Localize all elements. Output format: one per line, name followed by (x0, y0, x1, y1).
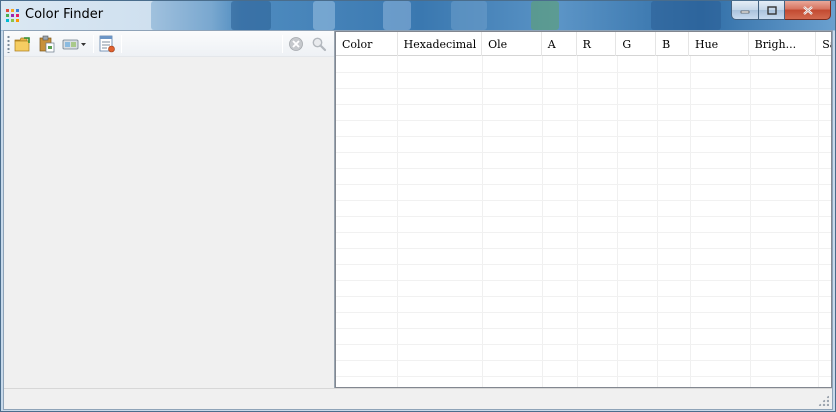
list-header: ColorHexadecimalOleARGBHueBrigh...Sa (336, 32, 831, 56)
column-header[interactable]: G (616, 32, 657, 56)
status-bar (4, 388, 832, 409)
column-header[interactable]: B (656, 32, 689, 56)
grid-row-line (336, 232, 831, 233)
grid-row-line (336, 328, 831, 329)
grid-row-line (336, 168, 831, 169)
color-list[interactable]: ColorHexadecimalOleARGBHueBrigh...Sa (335, 31, 832, 388)
client-area: ColorHexadecimalOleARGBHueBrigh...Sa (3, 30, 833, 410)
app-icon (6, 9, 19, 22)
caption-buttons (731, 1, 831, 21)
grid-column-line (397, 56, 398, 387)
grid-row-line (336, 216, 831, 217)
grid-column-line (750, 56, 751, 387)
export-button[interactable] (97, 34, 117, 54)
clear-icon (289, 37, 303, 51)
toolbar-separator (93, 35, 94, 53)
column-header[interactable]: Ole (482, 32, 542, 56)
grid-row-line (336, 200, 831, 201)
grid-row-line (336, 88, 831, 89)
left-pane (4, 31, 334, 388)
window-title: Color Finder (25, 7, 104, 22)
grid-column-line (690, 56, 691, 387)
grid-column-line (542, 56, 543, 387)
open-folder-icon (14, 37, 30, 52)
list-grid (336, 56, 831, 387)
toolbar (4, 31, 334, 57)
resize-grip-icon[interactable] (818, 395, 829, 406)
grid-row-line (336, 136, 831, 137)
close-icon (802, 5, 813, 15)
capture-dropdown-icon (62, 39, 86, 50)
minimize-icon (740, 10, 750, 14)
grid-row-line (336, 360, 831, 361)
minimize-button[interactable] (731, 1, 759, 20)
grid-row-line (336, 120, 831, 121)
search-button[interactable] (309, 34, 329, 54)
grid-row-line (336, 264, 831, 265)
close-button[interactable] (785, 1, 831, 20)
column-header[interactable]: Sa (816, 32, 831, 56)
toolbar-separator (121, 35, 122, 53)
grid-row-line (336, 184, 831, 185)
maximize-icon (766, 5, 777, 15)
column-header[interactable]: A (542, 32, 577, 56)
grid-column-line (657, 56, 658, 387)
column-header[interactable]: R (577, 32, 617, 56)
grid-row-line (336, 376, 831, 377)
grid-row-line (336, 312, 831, 313)
column-header[interactable]: Brigh... (749, 32, 817, 56)
grid-row-line (336, 296, 831, 297)
grid-row-line (336, 344, 831, 345)
open-button[interactable] (13, 34, 33, 54)
app-window: Color Finder Color Hexadecimal Ole A R G… (0, 0, 836, 412)
clear-button[interactable] (286, 34, 306, 54)
search-icon (312, 37, 327, 52)
grid-column-line (577, 56, 578, 387)
grid-row-line (336, 152, 831, 153)
column-header[interactable]: Hexadecimal (398, 32, 483, 56)
grid-row-line (336, 72, 831, 73)
column-header[interactable]: Color (336, 32, 398, 56)
column-header[interactable]: Hue (689, 32, 749, 56)
grid-row-line (336, 248, 831, 249)
grid-row-line (336, 280, 831, 281)
grid-column-line (617, 56, 618, 387)
paste-icon (39, 35, 55, 53)
title-bar[interactable]: Color Finder (1, 1, 835, 30)
toolbar-grip[interactable] (7, 35, 10, 53)
toolbar-separator (282, 35, 283, 53)
grid-column-line (818, 56, 819, 387)
grid-row-line (336, 104, 831, 105)
export-list-icon (99, 35, 115, 53)
paste-button[interactable] (37, 34, 57, 54)
grid-column-line (482, 56, 483, 387)
capture-dropdown-button[interactable] (61, 34, 89, 54)
maximize-button[interactable] (759, 1, 785, 20)
